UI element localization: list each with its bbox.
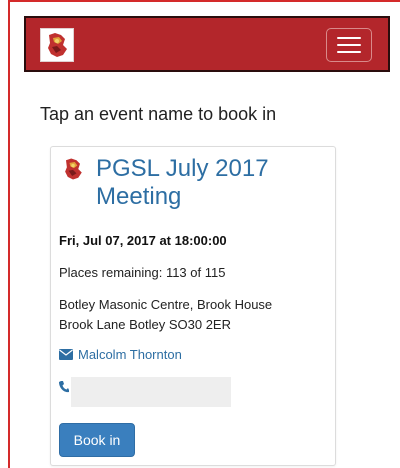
navbar — [24, 16, 390, 72]
book-in-button[interactable]: Book in — [59, 423, 135, 457]
contact-email-link[interactable]: Malcolm Thornton — [59, 347, 182, 362]
phone-icon — [59, 381, 69, 393]
crest-logo-icon[interactable] — [40, 28, 74, 62]
envelope-icon — [59, 349, 73, 360]
event-title-link[interactable]: PGSL July 2017 Meeting — [96, 155, 326, 211]
intro-text: Tap an event name to book in — [40, 104, 277, 124]
menu-bar — [337, 44, 361, 46]
menu-bar — [337, 37, 361, 39]
hamburger-menu-icon[interactable] — [326, 28, 372, 62]
menu-bar — [337, 51, 361, 53]
places-remaining: Places remaining: 113 of 115 — [59, 265, 226, 280]
event-address: Botley Masonic Centre, Brook House Brook… — [59, 295, 331, 335]
contact-name: Malcolm Thornton — [78, 347, 182, 362]
crest-logo-icon — [59, 155, 87, 183]
phone-row — [59, 377, 239, 407]
address-line-1: Botley Masonic Centre, Brook House — [59, 297, 273, 312]
event-datetime: Fri, Jul 07, 2017 at 18:00:00 — [59, 233, 227, 248]
phone-number[interactable] — [71, 377, 231, 407]
address-line-2: Brook Lane Botley SO30 2ER — [59, 317, 231, 332]
event-card: PGSL July 2017 Meeting Fri, Jul 07, 2017… — [50, 146, 336, 466]
